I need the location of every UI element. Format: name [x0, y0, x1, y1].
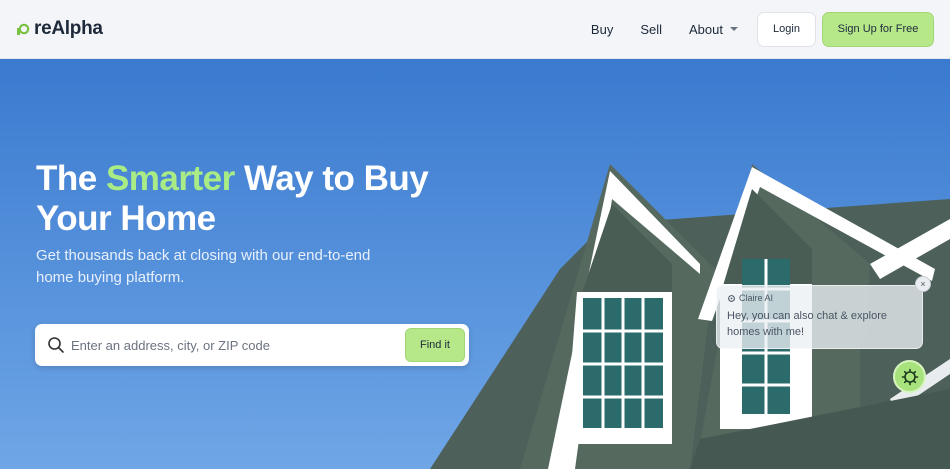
headline-accent: Smarter: [105, 159, 235, 198]
chat-bot-name: Claire AI: [739, 293, 774, 303]
nav-buy[interactable]: Buy: [591, 22, 613, 37]
find-button[interactable]: Find it: [405, 328, 465, 362]
nav-about[interactable]: About: [689, 22, 739, 37]
chat-message: Hey, you can also chat & explore homes w…: [727, 310, 887, 338]
login-button[interactable]: Login: [757, 11, 816, 47]
chat-header: Claire AI: [727, 293, 912, 303]
search-icon: [48, 337, 64, 353]
hero-headline: The Smarter Way to Buy Your Home: [36, 159, 456, 239]
headline-text-1: The: [36, 159, 106, 198]
chat-launcher-button[interactable]: [893, 360, 926, 393]
nav-sell[interactable]: Sell: [640, 22, 662, 37]
search-bar: Find it: [35, 324, 469, 366]
chevron-down-icon: [730, 27, 738, 31]
sparkle-icon: [728, 294, 735, 302]
hero-section: The Smarter Way to Buy Your Home Get tho…: [0, 59, 950, 469]
chat-popup[interactable]: Claire AI Hey, you can also chat & explo…: [716, 285, 923, 349]
logo-icon: [17, 23, 30, 35]
chat-launcher-icon: [901, 368, 918, 385]
hero-subtext: Get thousands back at closing with our e…: [36, 247, 371, 286]
close-icon[interactable]: ×: [915, 276, 931, 292]
nav-about-label: About: [689, 21, 723, 37]
top-navbar: reAlpha Buy Sell About Login Sign Up for…: [0, 0, 950, 59]
logo-text: reAlpha: [34, 18, 103, 39]
signup-button[interactable]: Sign Up for Free: [822, 11, 934, 47]
main-nav: Buy Sell About Login Sign Up for Free: [591, 11, 934, 47]
search-input[interactable]: [71, 337, 405, 353]
logo[interactable]: reAlpha: [16, 18, 103, 40]
